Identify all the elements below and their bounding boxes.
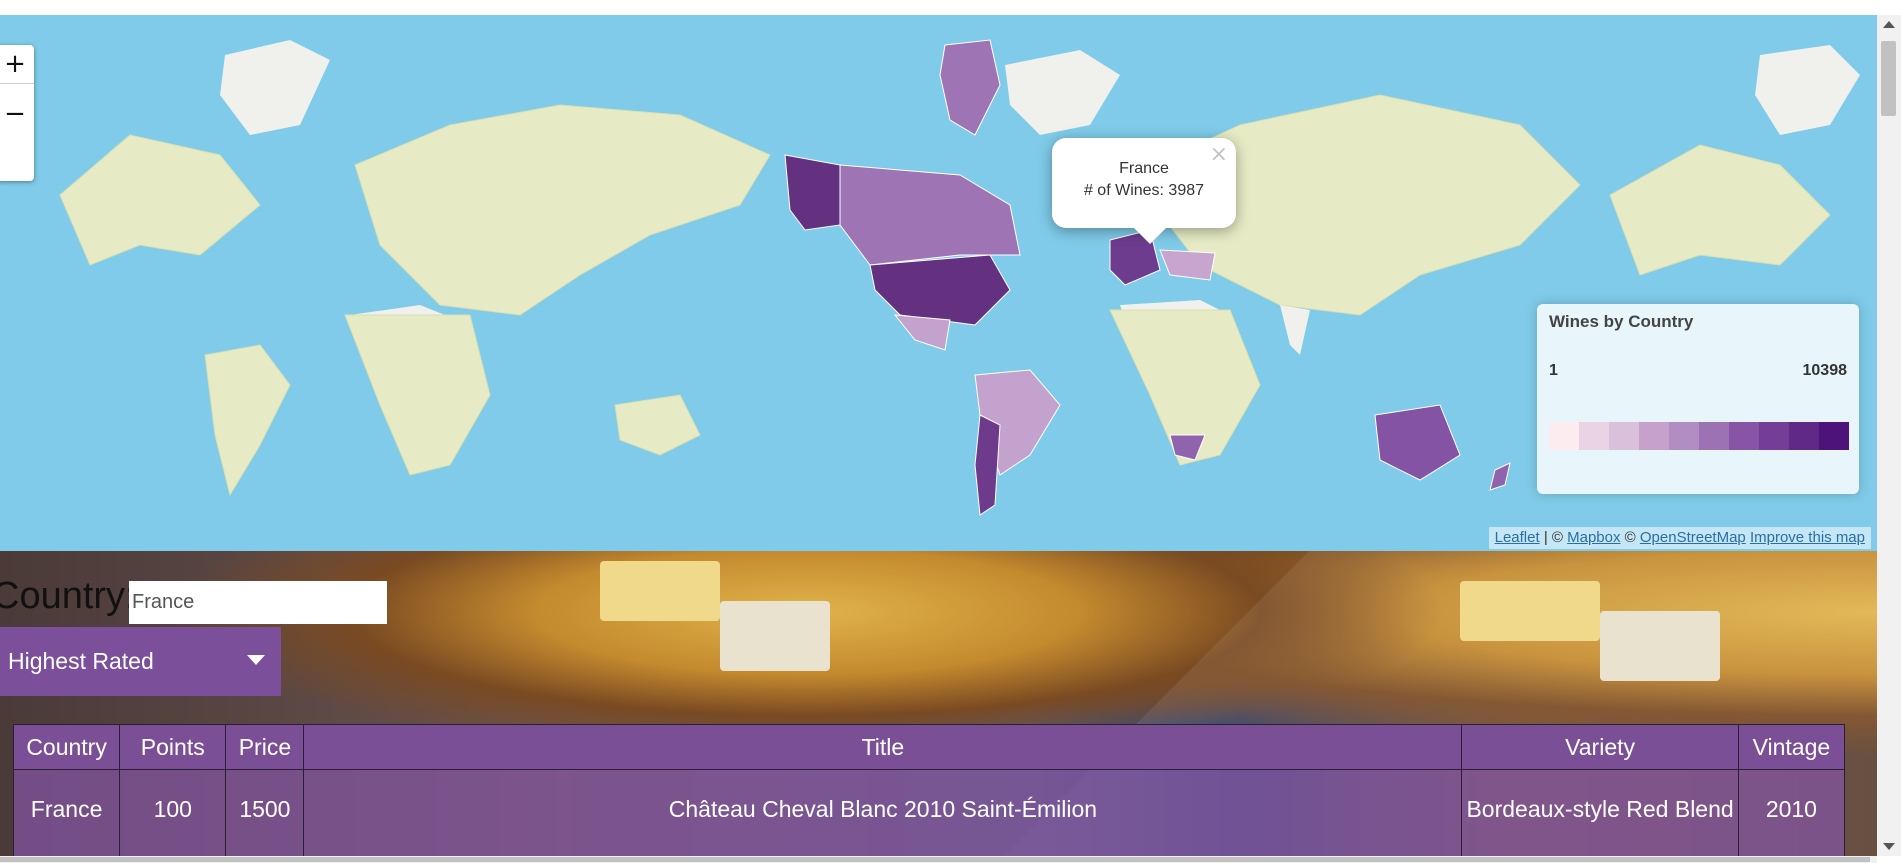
chevron-down-icon: [247, 655, 265, 665]
legend-swatch: [1549, 422, 1579, 450]
country-filter-input[interactable]: [129, 581, 387, 624]
legend-swatch: [1699, 422, 1729, 450]
map-legend: Wines by Country 1 10398: [1537, 304, 1859, 494]
legend-swatch: [1609, 422, 1639, 450]
popup-country: France: [1119, 160, 1169, 177]
legend-swatch: [1789, 422, 1819, 450]
cell-price: 1500: [225, 769, 305, 856]
close-icon[interactable]: ×: [1210, 142, 1228, 167]
column-header-points: Points: [119, 724, 227, 770]
wine-results-section: Country: Highest Rated Country Points Pr…: [0, 551, 1877, 856]
legend-swatch: [1819, 422, 1849, 450]
country-filter-label: Country:: [0, 575, 136, 617]
scrollbar-thumb[interactable]: [1881, 41, 1896, 116]
cell-title: Château Cheval Blanc 2010 Saint-Émilion: [303, 769, 1463, 856]
legend-swatch: [1759, 422, 1789, 450]
scroll-up-icon[interactable]: [1883, 21, 1895, 28]
background-image: [720, 601, 830, 671]
horizontal-scrollbar-thumb[interactable]: [0, 857, 1870, 862]
background-image: [1460, 581, 1600, 641]
table-header-row: Country Points Price Title Variety Vinta…: [12, 724, 1846, 770]
zoom-control: + −: [0, 45, 34, 181]
country-popup: × France # of Wines: 3987: [1052, 138, 1236, 244]
legend-color-scale: [1549, 422, 1849, 450]
scroll-down-icon[interactable]: [1883, 843, 1895, 850]
cell-variety: Bordeaux-style Red Blend: [1461, 769, 1739, 856]
legend-swatch: [1579, 422, 1609, 450]
legend-swatch: [1639, 422, 1669, 450]
horizontal-scrollbar[interactable]: [0, 856, 1877, 863]
background-image: [1600, 611, 1720, 681]
world-map[interactable]: + − × France # of Wines: 3987 Wines by C…: [0, 15, 1877, 551]
table-row[interactable]: France 100 1500 Château Cheval Blanc 201…: [12, 769, 1846, 856]
zoom-in-button[interactable]: +: [0, 45, 34, 84]
improve-map-link[interactable]: Improve this map: [1750, 529, 1865, 546]
leaflet-link[interactable]: Leaflet: [1495, 529, 1540, 546]
column-header-vintage: Vintage: [1737, 724, 1846, 770]
zoom-out-button[interactable]: −: [0, 84, 34, 144]
background-image: [600, 561, 720, 621]
vertical-scrollbar[interactable]: [1877, 15, 1901, 856]
sort-select-value: Highest Rated: [8, 648, 154, 674]
attribution-separator: | ©: [1539, 529, 1568, 546]
popup-wine-count: # of Wines: 3987: [1083, 182, 1205, 199]
popup-tip: [1134, 228, 1166, 244]
page-top-edge: [0, 0, 1877, 16]
sort-select[interactable]: Highest Rated: [0, 627, 281, 696]
legend-swatch: [1729, 422, 1759, 450]
map-attribution: Leaflet | © Mapbox © OpenStreetMap Impro…: [1488, 527, 1871, 549]
column-header-price: Price: [225, 724, 305, 770]
cell-country: France: [12, 769, 121, 856]
cell-points: 100: [119, 769, 227, 856]
mapbox-link[interactable]: Mapbox: [1567, 529, 1620, 546]
wine-table: Country Points Price Title Variety Vinta…: [12, 724, 1846, 856]
column-header-country: Country: [12, 724, 121, 770]
column-header-title: Title: [303, 724, 1463, 770]
attribution-separator: ©: [1620, 529, 1640, 546]
cell-vintage: 2010: [1737, 769, 1846, 856]
column-header-variety: Variety: [1461, 724, 1739, 770]
legend-title: Wines by Country: [1549, 312, 1694, 331]
legend-min: 1: [1549, 362, 1558, 379]
legend-max: 10398: [1802, 362, 1848, 379]
legend-swatch: [1669, 422, 1699, 450]
openstreetmap-link[interactable]: OpenStreetMap: [1640, 529, 1746, 546]
